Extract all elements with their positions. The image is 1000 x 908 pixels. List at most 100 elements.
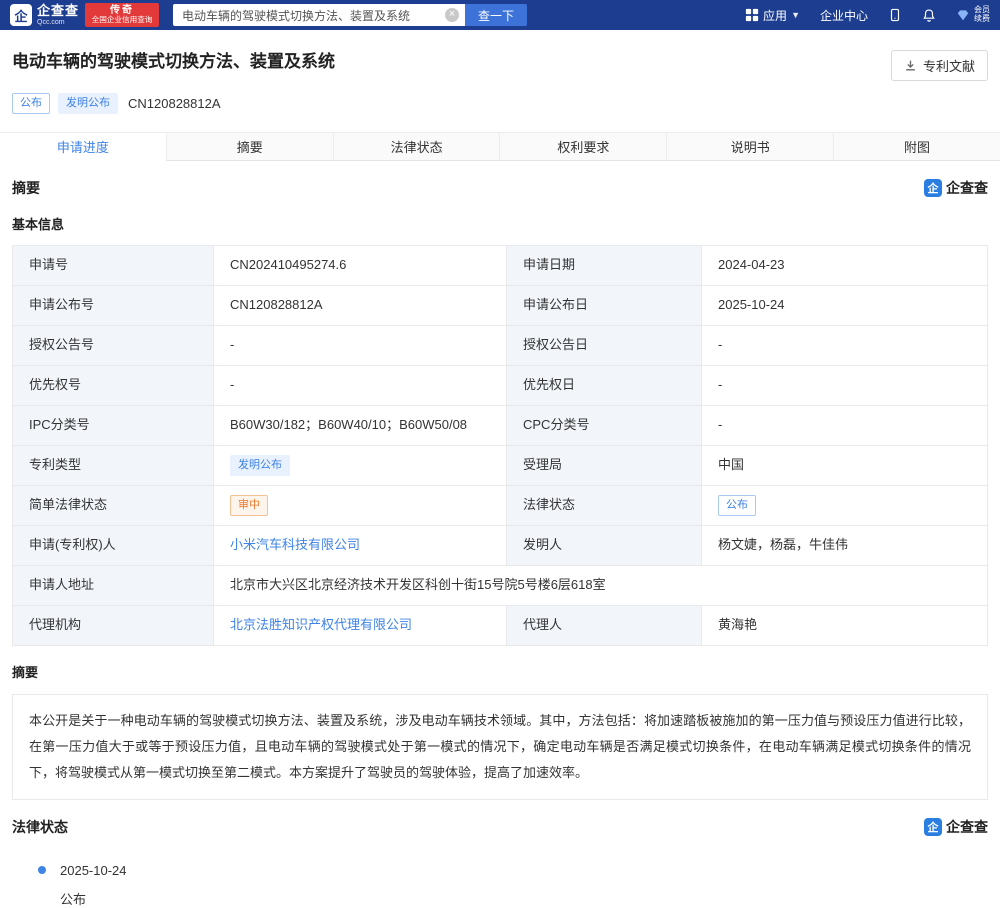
search-button[interactable]: 查一下 — [465, 4, 527, 26]
qcc-watermark-icon: 企 — [924, 818, 942, 836]
section-tabbar: 申请进度 摘要 法律状态 权利要求 说明书 附图 — [0, 132, 1000, 161]
field-label: 授权公告日 — [506, 326, 701, 365]
tab-abstract[interactable]: 摘要 — [166, 133, 333, 160]
field-label: 受理局 — [506, 446, 701, 485]
grid-icon — [745, 8, 759, 22]
search-bar: × 查一下 — [173, 4, 527, 26]
logo-domain: Qcc.com — [37, 19, 79, 26]
table-row: 申请(专利权)人 小米汽车科技有限公司 发明人 杨文婕，杨磊，牛佳伟 — [13, 525, 987, 565]
bell-icon[interactable] — [922, 8, 936, 22]
field-value: 北京市大兴区北京经济技术开发区科创十街15号院5号楼6层618室 — [213, 566, 987, 605]
patent-type-badge: 发明公布 — [58, 93, 118, 114]
field-value: CN202410495274.6 — [213, 246, 506, 285]
field-label: 专利类型 — [13, 446, 213, 485]
patent-document-button[interactable]: 专利文献 — [891, 50, 988, 81]
abstract-text: 本公开是关于一种电动车辆的驾驶模式切换方法、装置及系统，涉及电动车辆技术领域。其… — [12, 694, 988, 800]
enterprise-center-link[interactable]: 企业中心 — [820, 7, 868, 24]
top-navbar: 企 企查查 Qcc.com 传奇 全国企业信用查询 × 查一下 应用 ▼ 企业中… — [0, 0, 1000, 30]
apps-menu[interactable]: 应用 ▼ — [745, 7, 800, 24]
tab-description[interactable]: 说明书 — [666, 133, 833, 160]
field-value: - — [701, 366, 987, 405]
field-value: 小米汽车科技有限公司 — [213, 526, 506, 565]
field-label: 优先权号 — [13, 366, 213, 405]
field-value: - — [701, 326, 987, 365]
field-label: 授权公告号 — [13, 326, 213, 365]
field-label: 代理人 — [506, 606, 701, 645]
mobile-app-icon[interactable] — [888, 8, 902, 22]
apps-label: 应用 — [763, 7, 787, 24]
patent-number: CN120828812A — [128, 96, 221, 111]
table-row: 申请人地址 北京市大兴区北京经济技术开发区科创十街15号院5号楼6层618室 — [13, 565, 987, 605]
clear-search-icon[interactable]: × — [445, 8, 459, 22]
qcc-watermark: 企 企查查 — [924, 817, 988, 837]
field-value: 中国 — [701, 446, 987, 485]
table-row: IPC分类号 B60W30/182；B60W40/10；B60W50/08 CP… — [13, 405, 987, 445]
field-value: 杨文婕，杨磊，牛佳伟 — [701, 526, 987, 565]
field-label: 申请号 — [13, 246, 213, 285]
status-badge-publish: 公布 — [12, 93, 50, 114]
field-label: 申请人地址 — [13, 566, 213, 605]
field-label: 代理机构 — [13, 606, 213, 645]
field-label: 法律状态 — [506, 486, 701, 525]
field-value: - — [213, 326, 506, 365]
table-row: 简单法律状态 审中 法律状态 公布 — [13, 485, 987, 525]
field-label: 申请公布号 — [13, 286, 213, 325]
timeline-date: 2025-10-24 — [60, 863, 988, 878]
tab-application-progress[interactable]: 申请进度 — [0, 133, 166, 160]
field-value: 2025-10-24 — [701, 286, 987, 325]
qcc-logo[interactable]: 企 企查查 Qcc.com — [10, 4, 79, 26]
field-label: 申请日期 — [506, 246, 701, 285]
vip-renewal-button[interactable]: 会员 续费 — [956, 6, 990, 24]
field-value: - — [701, 406, 987, 445]
qcc-logo-icon: 企 — [10, 4, 32, 26]
field-value: - — [213, 366, 506, 405]
field-label: IPC分类号 — [13, 406, 213, 445]
field-value: CN120828812A — [213, 286, 506, 325]
legal-timeline: 2025-10-24 公布 — [38, 863, 988, 908]
slogan-line2: 全国企业信用查询 — [92, 16, 153, 24]
tab-drawings[interactable]: 附图 — [833, 133, 1000, 160]
qcc-watermark: 企 企查查 — [924, 178, 988, 198]
simple-legal-status-badge: 审中 — [230, 495, 268, 516]
tab-legal-status[interactable]: 法律状态 — [333, 133, 500, 160]
tab-claims[interactable]: 权利要求 — [499, 133, 666, 160]
timeline-item: 2025-10-24 公布 — [38, 863, 988, 908]
vip-badge-icon — [956, 8, 970, 22]
field-value: 发明公布 — [213, 446, 506, 485]
table-row: 申请公布号 CN120828812A 申请公布日 2025-10-24 — [13, 285, 987, 325]
field-label: 简单法律状态 — [13, 486, 213, 525]
legal-status-badge: 公布 — [718, 495, 756, 516]
applicant-link[interactable]: 小米汽车科技有限公司 — [230, 536, 360, 554]
logo-name: 企查查 — [37, 4, 79, 17]
timeline-dot-icon — [38, 866, 46, 874]
field-label: 发明人 — [506, 526, 701, 565]
slogan-badge: 传奇 全国企业信用查询 — [85, 3, 159, 27]
chevron-down-icon: ▼ — [791, 10, 800, 20]
abstract-title: 摘要 — [12, 662, 988, 681]
patent-type-badge: 发明公布 — [230, 455, 290, 476]
timeline-status: 公布 — [60, 889, 988, 908]
download-icon — [904, 59, 917, 72]
basic-info-table: 申请号 CN202410495274.6 申请日期 2024-04-23 申请公… — [12, 245, 988, 646]
field-label: 申请公布日 — [506, 286, 701, 325]
qcc-watermark-icon: 企 — [924, 179, 942, 197]
page-title: 电动车辆的驾驶模式切换方法、装置及系统 — [12, 50, 335, 74]
search-input[interactable] — [173, 4, 465, 26]
field-value: 黄海艳 — [701, 606, 987, 645]
basic-info-title: 基本信息 — [12, 214, 988, 233]
summary-section-title: 摘要 — [12, 178, 40, 198]
field-label: 优先权日 — [506, 366, 701, 405]
table-row: 申请号 CN202410495274.6 申请日期 2024-04-23 — [13, 246, 987, 285]
legal-section-title: 法律状态 — [12, 817, 68, 837]
field-label: CPC分类号 — [506, 406, 701, 445]
agency-link[interactable]: 北京法胜知识产权代理有限公司 — [230, 616, 412, 634]
field-value: B60W30/182；B60W40/10；B60W50/08 — [213, 406, 506, 445]
table-row: 专利类型 发明公布 受理局 中国 — [13, 445, 987, 485]
table-row: 代理机构 北京法胜知识产权代理有限公司 代理人 黄海艳 — [13, 605, 987, 645]
field-value: 公布 — [701, 486, 987, 525]
table-row: 优先权号 - 优先权日 - — [13, 365, 987, 405]
field-value: 北京法胜知识产权代理有限公司 — [213, 606, 506, 645]
field-label: 申请(专利权)人 — [13, 526, 213, 565]
table-row: 授权公告号 - 授权公告日 - — [13, 325, 987, 365]
field-value: 审中 — [213, 486, 506, 525]
